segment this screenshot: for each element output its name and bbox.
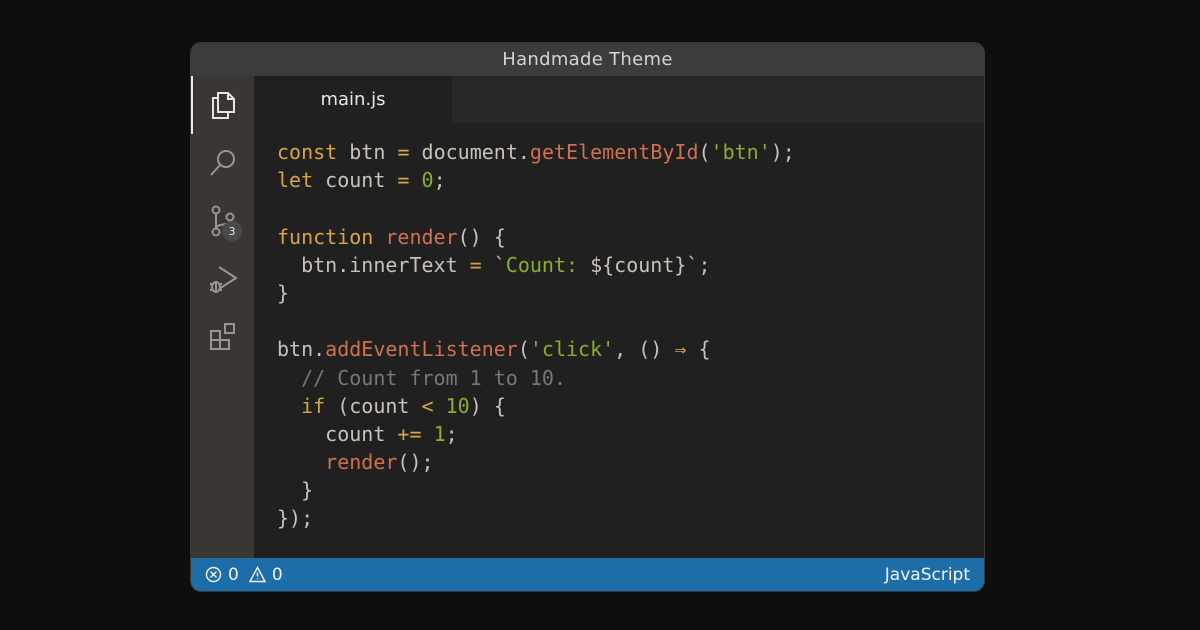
code-token: (count xyxy=(325,393,422,418)
code-token: getElementById xyxy=(529,140,699,164)
source-control-badge: 3 xyxy=(222,221,242,241)
code-line: btn.innerText = `Count: ${count}`; xyxy=(277,251,795,279)
code-token: ( xyxy=(517,337,530,362)
code-token: { xyxy=(686,337,711,362)
code-token: } xyxy=(277,280,290,305)
code-token: count xyxy=(313,168,398,193)
problems-indicator[interactable]: 0 0 xyxy=(205,565,283,585)
code-token: = xyxy=(469,252,482,277)
error-icon xyxy=(205,566,222,583)
code-token: ( xyxy=(698,140,711,164)
code-token: 1 xyxy=(433,421,446,446)
code-token: let xyxy=(277,168,314,193)
language-label: JavaScript xyxy=(884,564,970,585)
run-debug-icon xyxy=(209,266,238,293)
code-token: }); xyxy=(277,506,314,531)
code-token: ; xyxy=(433,168,446,193)
code-token: = xyxy=(397,168,410,193)
code-line: } xyxy=(277,279,795,307)
tab-label: main.js xyxy=(320,89,386,110)
code-token: function xyxy=(277,224,374,249)
status-bar: 0 0 JavaScript xyxy=(191,558,984,591)
code-token: } xyxy=(277,478,314,503)
code-line: if (count < 10) { xyxy=(277,392,795,420)
warning-icon xyxy=(248,566,266,583)
activity-bar: 3 xyxy=(191,76,254,558)
code-token: Count: xyxy=(505,252,591,277)
activity-item-explorer[interactable] xyxy=(191,76,254,134)
code-token: btn.innerText xyxy=(277,252,470,277)
code-token: document. xyxy=(409,140,530,164)
language-mode[interactable]: JavaScript xyxy=(885,565,970,585)
code-token: render xyxy=(325,450,398,475)
code-token: ${count}`; xyxy=(590,252,711,277)
title-bar: Handmade Theme xyxy=(191,43,984,76)
window-title: Handmade Theme xyxy=(502,49,673,70)
code-line: btn.addEventListener('click', () ⇒ { xyxy=(277,335,795,363)
code-line: } xyxy=(277,476,795,504)
code-token: ` xyxy=(481,252,506,277)
code-line: // Count from 1 to 10. xyxy=(277,364,795,392)
code-token: (); xyxy=(397,450,434,475)
code-token: // Count from 1 to 10. xyxy=(277,365,566,390)
code-token: ⇒ xyxy=(674,337,687,362)
activity-item-run-debug[interactable] xyxy=(191,250,254,308)
code-token: < xyxy=(421,393,434,418)
files-icon xyxy=(211,92,235,119)
code-token: ); xyxy=(770,140,795,164)
code-token: , () xyxy=(614,337,675,362)
error-count: 0 xyxy=(228,564,239,585)
code-token: ) { xyxy=(469,393,506,418)
code-token: 0 xyxy=(421,168,434,193)
code-line: function render() { xyxy=(277,223,795,251)
code-token: 'btn' xyxy=(710,140,771,164)
code-token: 'click' xyxy=(529,337,615,362)
code-line: count += 1; xyxy=(277,420,795,448)
editor-window: Handmade Theme 3 main.js const btn = doc… xyxy=(190,42,985,592)
warning-count: 0 xyxy=(271,564,283,585)
code-line: const btn = document.getElementById('btn… xyxy=(277,138,795,166)
code-line: let count = 0; xyxy=(277,166,795,194)
activity-item-source-control[interactable]: 3 xyxy=(191,192,254,250)
code-token: addEventListener xyxy=(325,337,518,362)
code-token: = xyxy=(397,140,410,164)
code-token: btn xyxy=(337,140,398,164)
tab-main-js[interactable]: main.js xyxy=(254,76,452,123)
activity-item-search[interactable] xyxy=(191,134,254,192)
extensions-icon xyxy=(209,323,235,350)
code-token: if xyxy=(301,393,326,418)
code-line: }); xyxy=(277,504,795,532)
code-token: btn. xyxy=(277,337,326,362)
code-token: const xyxy=(277,140,338,164)
code-token: render xyxy=(385,224,458,249)
code-token: count xyxy=(277,421,398,446)
code-line: render(); xyxy=(277,448,795,476)
code-token: ; xyxy=(445,421,458,446)
activity-item-extensions[interactable] xyxy=(191,308,254,366)
code-content[interactable]: const btn = document.getElementById('btn… xyxy=(277,138,795,533)
code-token: += xyxy=(397,421,422,446)
tab-bar: main.js xyxy=(254,76,984,123)
code-token: 10 xyxy=(445,393,470,418)
search-icon xyxy=(209,150,235,176)
code-editor[interactable]: const btn = document.getElementById('btn… xyxy=(254,123,984,558)
code-token: () { xyxy=(457,224,506,249)
